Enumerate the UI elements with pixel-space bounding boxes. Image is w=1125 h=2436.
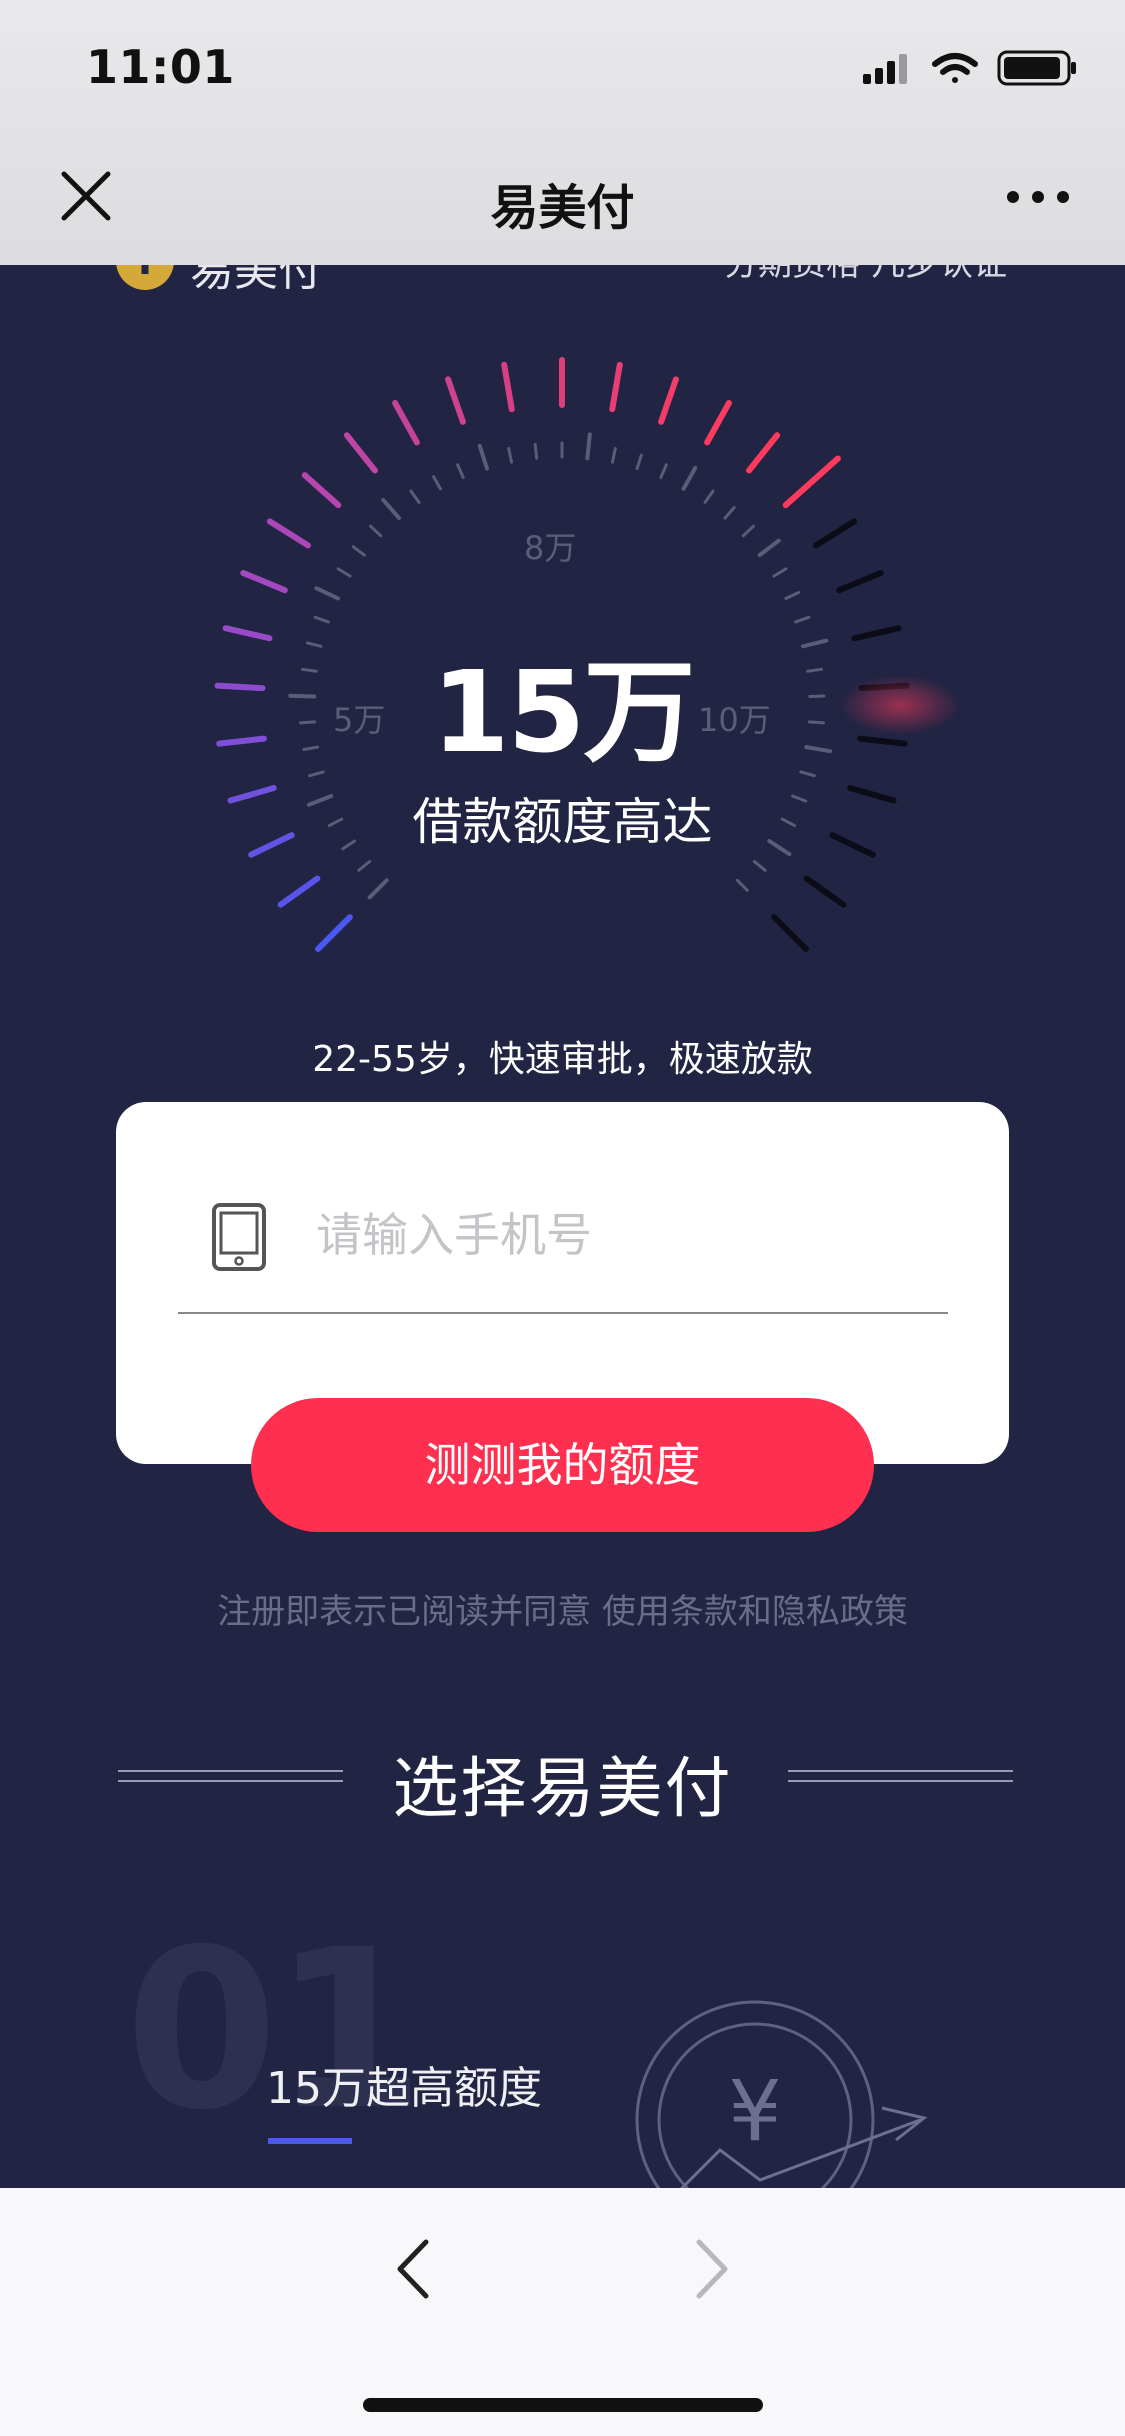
gauge-inner-tick [681, 465, 698, 491]
gauge-outer-tick [277, 875, 321, 908]
gauge-outer-tick [240, 569, 288, 594]
gauge-inner-tick [533, 442, 539, 460]
gauge-inner-tick [507, 446, 514, 464]
feature-title: 15万超高额度 [266, 2063, 542, 2114]
gauge-inner-tick [409, 489, 421, 504]
gauge-outer-tick [266, 518, 311, 549]
gauge-outer-tick [343, 432, 378, 474]
gauge-inner-tick [381, 497, 402, 521]
bottom-toolbar [0, 2188, 1125, 2436]
gauge-outer-tick [445, 376, 466, 425]
status-icons [863, 50, 1076, 86]
eligibility-text: 22-55岁，快速审批，极速放款 [312, 1039, 813, 1080]
credit-amount-label: 借款额度高达 [412, 793, 713, 851]
gauge-inner-tick [784, 590, 801, 600]
svg-text:¥: ¥ [728, 2062, 781, 2160]
gauge-inner-tick [367, 878, 389, 900]
gauge-outer-tick [658, 376, 679, 425]
phone-input[interactable] [316, 1197, 916, 1273]
gauge-outer-tick [392, 400, 420, 446]
gauge-outer-tick [301, 472, 342, 509]
gauge-inner-tick [432, 475, 442, 491]
input-underline [178, 1312, 948, 1314]
heading-decoration-right [788, 1770, 1013, 1782]
signal-icon [863, 54, 907, 84]
gauge-inner-tick [752, 860, 767, 872]
gauge-inner-tick [659, 463, 668, 480]
feature-underline [268, 2138, 352, 2144]
wifi-icon [932, 53, 978, 83]
gauge-inner-tick [336, 567, 352, 578]
page: i 易美付 分期资格 几步认证 11:01 [0, 0, 1125, 2436]
header: 11:01 易美付 [0, 0, 1125, 265]
yuan-coin-icon: ¥ [635, 2000, 928, 2190]
gauge-inner-tick [741, 524, 755, 538]
gauge-inner-tick [456, 463, 465, 480]
check-credit-button[interactable]: 测测我的额度 [251, 1398, 874, 1532]
gauge-tick-label-mid: 8万 [524, 529, 577, 567]
gauge-outer-tick [704, 400, 732, 446]
credit-amount: 15万 [431, 648, 696, 778]
home-indicator [363, 2398, 763, 2412]
gauge-inner-tick [635, 453, 643, 471]
page-title: 易美付 [490, 180, 635, 236]
gauge-outer-tick [315, 914, 353, 952]
gauge-inner-tick [703, 489, 715, 504]
gauge-inner-tick [610, 446, 617, 464]
gauge-outer-tick [836, 569, 884, 594]
gauge-inner-tick [723, 506, 736, 520]
phone-icon [212, 1203, 266, 1271]
gauge-inner-tick [357, 860, 372, 872]
gauge-inner-tick [772, 567, 788, 578]
gauge-outer-tick [813, 518, 858, 549]
forward-arrow-icon[interactable] [683, 2234, 739, 2304]
gauge-inner-tick [351, 545, 366, 557]
gauge-inner-tick [314, 586, 341, 601]
gauge-outer-tick [746, 432, 781, 474]
more-icon[interactable] [1001, 182, 1075, 212]
gauge-outer-tick [803, 875, 847, 908]
gauge-inner-tick [369, 524, 383, 538]
gauge-outer-tick [771, 914, 809, 952]
battery-icon [997, 50, 1076, 86]
terms-text[interactable]: 注册即表示已阅读并同意 使用条款和隐私政策 [0, 1584, 1125, 1633]
gauge-inner-tick [757, 538, 781, 558]
gauge-outer-tick [501, 361, 515, 413]
back-arrow-icon[interactable] [386, 2234, 442, 2304]
status-time: 11:01 [86, 40, 235, 94]
gauge-outer-tick [782, 455, 841, 509]
gauge-inner-tick [477, 443, 489, 471]
gauge-outer-tick [609, 361, 623, 413]
gauge-inner-tick [735, 878, 749, 892]
gauge-inner-tick [585, 432, 592, 461]
